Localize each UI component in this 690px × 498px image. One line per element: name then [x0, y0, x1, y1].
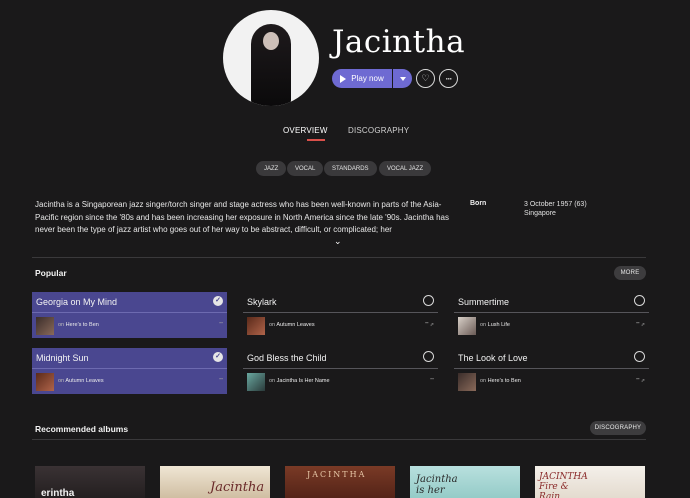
album-thumbnail	[247, 317, 265, 335]
popular-title: Popular	[35, 268, 67, 278]
track-divider	[243, 312, 438, 313]
track-album: on Lush Life	[480, 322, 510, 328]
album-cover[interactable]: Jacintha	[160, 466, 270, 498]
artist-biography: Jacintha is a Singaporean jazz singer/to…	[35, 200, 449, 235]
check-icon[interactable]: ✓	[213, 352, 223, 362]
section-divider	[32, 439, 646, 440]
track-album-name[interactable]: Autumn Leaves	[65, 378, 103, 384]
track-meta-icons: '"'	[430, 378, 434, 384]
track-album-name[interactable]: Autumn Leaves	[276, 322, 314, 328]
track-meta-icons: '"'	[219, 378, 223, 384]
track-album-name[interactable]: Here's to Ben	[66, 322, 99, 328]
album-cover-text: JACINTHA Fire & Rain	[539, 472, 588, 498]
album-cover[interactable]: JACINTHA Fire & Rain	[535, 466, 645, 498]
track-title: Georgia on My Mind	[36, 297, 118, 307]
track-divider	[454, 312, 649, 313]
more-icon: ···	[445, 73, 453, 84]
album-cover-text: Jacintha	[210, 480, 265, 495]
tag-vocal[interactable]: VOCAL	[287, 161, 324, 176]
track-row[interactable]: Summertime on Lush Life '"' ⇗	[454, 292, 649, 338]
album-thumbnail	[247, 373, 265, 391]
track-album-name[interactable]: Lush Life	[488, 322, 510, 328]
track-album-prefix: on	[58, 378, 65, 384]
born-info: 3 October 1957 (63) Singapore	[524, 200, 587, 218]
favorite-button[interactable]: ♡	[416, 69, 435, 88]
tab-discography[interactable]: DISCOGRAPHY	[348, 126, 409, 135]
chevron-down-icon	[399, 76, 406, 81]
track-album-prefix: on	[269, 322, 276, 328]
album-thumbnail	[36, 373, 54, 391]
tab-overview[interactable]: OVERVIEW	[283, 126, 328, 135]
circle-outline-icon[interactable]	[634, 351, 645, 362]
track-meta-icons: '"' ⇗	[424, 322, 434, 328]
more-options-button[interactable]: ···	[439, 69, 458, 88]
album-cover[interactable]: JACINTHA	[285, 466, 395, 498]
track-album: on Autumn Leaves	[269, 322, 315, 328]
track-album: on Here's to Ben	[58, 322, 99, 328]
track-album: on Autumn Leaves	[58, 378, 104, 384]
track-divider	[32, 312, 227, 313]
born-date: 3 October 1957 (63)	[524, 201, 587, 208]
circle-outline-icon[interactable]	[423, 295, 434, 306]
track-title: The Look of Love	[458, 353, 528, 363]
track-title: Summertime	[458, 297, 510, 307]
recommended-albums-title: Recommended albums	[35, 424, 129, 434]
tag-vocal-jazz[interactable]: VOCAL JAZZ	[379, 161, 432, 176]
album-thumbnail	[36, 317, 54, 335]
track-album-prefix: on	[480, 378, 487, 384]
tag-jazz[interactable]: JAZZ	[256, 161, 287, 176]
artist-avatar	[223, 10, 319, 106]
play-options-dropdown[interactable]	[393, 69, 412, 88]
track-album: on Here's to Ben	[480, 378, 521, 384]
play-now-button[interactable]: Play now	[332, 69, 392, 88]
track-title: God Bless the Child	[247, 353, 327, 363]
play-icon	[340, 74, 347, 83]
track-album-name[interactable]: Jacintha Is Her Name	[277, 378, 330, 384]
album-cover-text: Jacintha is her	[416, 474, 458, 496]
circle-outline-icon[interactable]	[423, 351, 434, 362]
active-tab-indicator	[307, 139, 325, 141]
track-row[interactable]: The Look of Love on Here's to Ben '"' ⇗	[454, 348, 649, 394]
discography-button[interactable]: DISCOGRAPHY	[590, 421, 646, 435]
album-cover-text: erintha	[41, 488, 75, 498]
track-row[interactable]: Georgia on My Mind ✓ on Here's to Ben '"…	[32, 292, 227, 338]
heart-icon: ♡	[421, 73, 430, 83]
track-meta-icons: '"' ⇗	[635, 378, 645, 384]
track-album-prefix: on	[58, 322, 65, 328]
tag-standards[interactable]: STANDARDS	[324, 161, 377, 176]
track-row[interactable]: God Bless the Child on Jacintha Is Her N…	[243, 348, 438, 394]
track-divider	[32, 368, 227, 369]
expand-bio-chevron-icon[interactable]: ⌄	[334, 236, 342, 247]
track-album: on Jacintha Is Her Name	[269, 378, 330, 384]
album-cover-text: JACINTHA	[307, 470, 367, 479]
track-divider	[243, 368, 438, 369]
track-album-prefix: on	[480, 322, 487, 328]
artist-photo-face	[263, 32, 279, 50]
play-now-label: Play now	[351, 74, 384, 83]
more-popular-button[interactable]: MORE	[614, 266, 646, 280]
track-album-prefix: on	[269, 378, 276, 384]
born-label: Born	[470, 200, 487, 207]
artist-name: Jacintha	[332, 24, 466, 60]
track-row[interactable]: Midnight Sun ✓ on Autumn Leaves '"'	[32, 348, 227, 394]
track-title: Skylark	[247, 297, 277, 307]
track-album-name[interactable]: Here's to Ben	[488, 378, 521, 384]
track-meta-icons: '"'	[219, 322, 223, 328]
born-place: Singapore	[524, 210, 556, 217]
track-row[interactable]: Skylark on Autumn Leaves '"' ⇗	[243, 292, 438, 338]
album-thumbnail	[458, 373, 476, 391]
album-cover[interactable]: erintha	[35, 466, 145, 498]
track-divider	[454, 368, 649, 369]
track-title: Midnight Sun	[36, 353, 89, 363]
circle-outline-icon[interactable]	[634, 295, 645, 306]
track-meta-icons: '"' ⇗	[635, 322, 645, 328]
section-divider	[32, 257, 646, 258]
album-thumbnail	[458, 317, 476, 335]
album-cover[interactable]: Jacintha is her	[410, 466, 520, 498]
check-icon[interactable]: ✓	[213, 296, 223, 306]
